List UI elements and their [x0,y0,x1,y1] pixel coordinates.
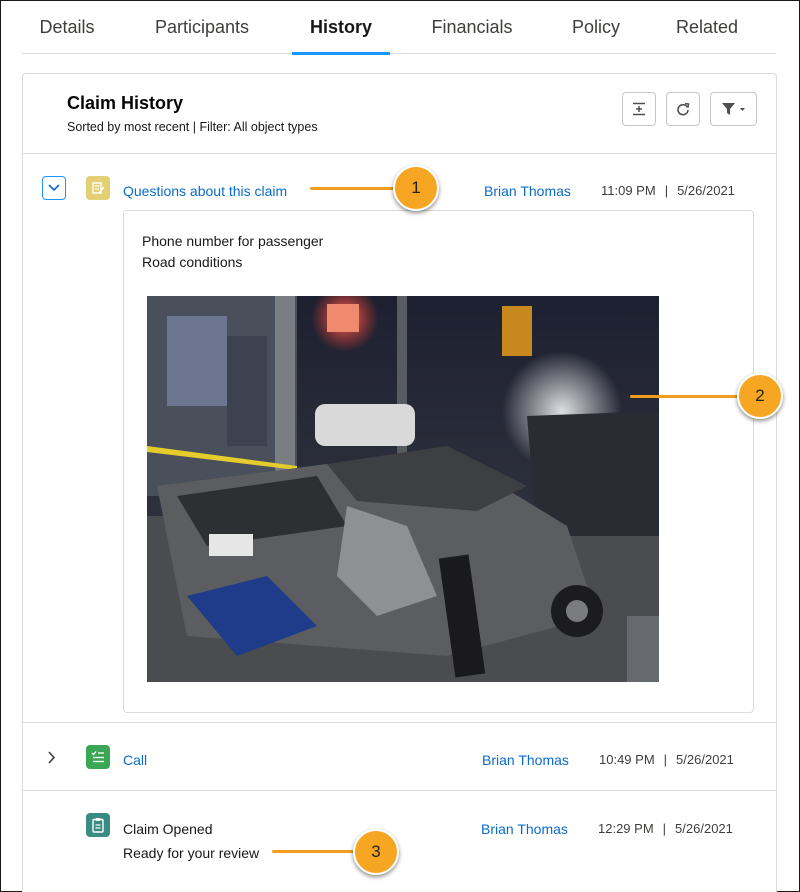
callout-line [630,395,742,398]
history-item-title[interactable]: Questions about this claim [123,183,287,199]
history-item-time: 12:29 PM [598,821,654,836]
filter-button[interactable] [710,92,757,126]
callout-2: 2 [737,373,783,419]
chevron-down-icon [48,184,60,192]
history-item-owner[interactable]: Brian Thomas [484,183,571,199]
collapse-all-button[interactable] [622,92,656,126]
callout-3: 3 [353,829,399,875]
detail-line: Phone number for passenger [142,233,324,249]
tab-financials[interactable]: Financials [390,0,554,54]
note-icon [86,176,110,200]
callout-1: 1 [393,165,439,211]
history-item-date: 5/26/2021 [676,752,734,767]
tab-bar: Details Participants History Financials … [22,0,776,55]
collapse-item-button[interactable] [42,176,66,200]
history-item-title: Claim Opened [123,821,213,837]
callout-line [272,850,360,853]
history-item-time: 11:09 PM [601,183,656,198]
history-item-detail: Phone number for passenger Road conditio… [123,210,754,713]
collapse-all-icon [633,102,645,116]
separator: | [662,821,667,836]
detail-line: Road conditions [142,254,243,270]
history-item-subtitle: Ready for your review [123,845,260,861]
car-accident-photo[interactable] [147,296,659,682]
tab-related[interactable]: Related [638,0,776,54]
callout-line [310,187,398,190]
history-item-title[interactable]: Call [123,752,147,768]
history-item-time: 10:49 PM [599,752,655,767]
history-item-owner[interactable]: Brian Thomas [481,821,568,837]
row-divider [23,722,776,723]
history-item-date: 5/26/2021 [677,183,735,198]
history-item-date: 5/26/2021 [675,821,733,836]
clipboard-icon [86,813,110,837]
tab-participants[interactable]: Participants [112,0,292,54]
separator: | [663,752,668,767]
filter-icon [721,103,745,115]
history-item-timestamp: 10:49 PM | 5/26/2021 [599,752,734,767]
task-icon [86,745,110,769]
chevron-down-icon [739,108,745,111]
tab-details[interactable]: Details [22,0,112,54]
history-item-timestamp: 12:29 PM | 5/26/2021 [598,821,733,836]
refresh-icon [677,102,690,116]
history-item-owner[interactable]: Brian Thomas [482,752,569,768]
expand-item-button[interactable] [47,751,56,769]
history-item-timestamp: 11:09 PM | 5/26/2021 [601,183,735,198]
card-title: Claim History [67,93,184,113]
tab-policy[interactable]: Policy [554,0,638,54]
card-subtitle: Sorted by most recent | Filter: All obje… [67,120,318,134]
chevron-right-icon [48,751,56,764]
row-divider [23,790,776,791]
tab-history[interactable]: History [292,0,390,55]
separator: | [664,183,669,198]
refresh-button[interactable] [666,92,700,126]
card-header: Claim History Sorted by most recent | Fi… [23,74,776,154]
